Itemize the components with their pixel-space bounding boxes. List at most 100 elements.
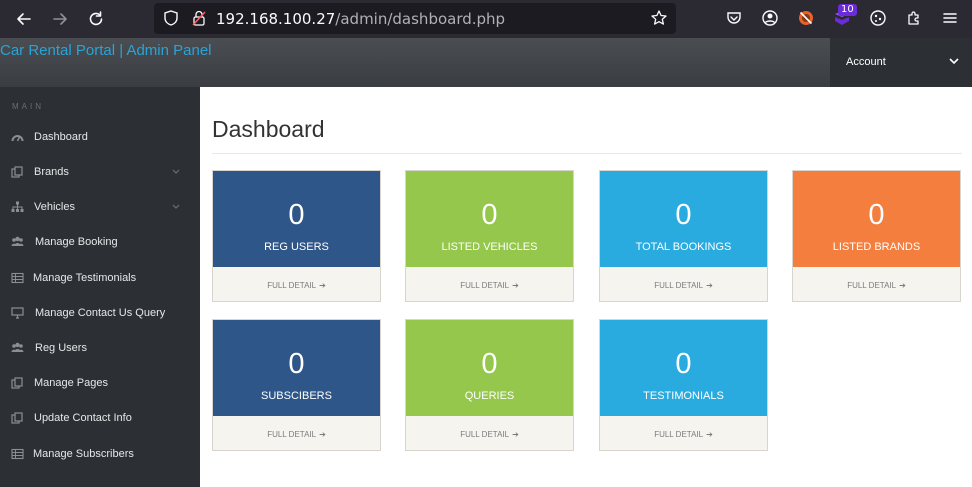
sitemap-icon bbox=[11, 201, 24, 212]
sidebar-item-update-contact-info[interactable]: Update Contact Info bbox=[0, 401, 200, 436]
sidebar-item-label: Update Contact Info bbox=[34, 412, 132, 424]
card-panel: 0 REG USERS bbox=[213, 171, 380, 267]
full-detail-label: FULL DETAIL bbox=[654, 430, 704, 439]
account-label: Account bbox=[846, 56, 886, 68]
card-value: 0 bbox=[675, 348, 692, 380]
sidebar: MAIN Dashboard Brands Vehicles Manage Bo… bbox=[0, 87, 200, 487]
sidebar-item-manage-pages[interactable]: Manage Pages bbox=[0, 366, 200, 401]
stat-card-total-bookings: 0 TOTAL BOOKINGS FULL DETAIL ➔ bbox=[599, 170, 768, 302]
full-detail-link[interactable]: FULL DETAIL ➔ bbox=[406, 430, 573, 439]
sidebar-item-label: Dashboard bbox=[34, 131, 88, 143]
full-detail-link[interactable]: FULL DETAIL ➔ bbox=[213, 430, 380, 439]
card-label: TESTIMONIALS bbox=[643, 390, 724, 402]
users-icon bbox=[11, 342, 24, 352]
account-circle-icon[interactable] bbox=[761, 9, 779, 27]
table-icon bbox=[11, 272, 24, 284]
shield-icon[interactable] bbox=[162, 9, 180, 27]
sidebar-item-reg-users[interactable]: Reg Users bbox=[0, 331, 200, 366]
stat-card-queries: 0 QUERIES FULL DETAIL ➔ bbox=[405, 319, 574, 451]
full-detail-label: FULL DETAIL bbox=[847, 281, 897, 290]
hamburger-menu-icon[interactable] bbox=[941, 9, 959, 27]
title-divider bbox=[212, 153, 962, 154]
sidebar-item-vehicles[interactable]: Vehicles bbox=[0, 190, 200, 225]
sidebar-item-label: Reg Users bbox=[35, 342, 87, 354]
sidebar-item-manage-booking[interactable]: Manage Booking bbox=[0, 225, 200, 260]
reload-button[interactable] bbox=[84, 7, 108, 31]
files-icon bbox=[11, 412, 23, 424]
arrow-right-icon: ➔ bbox=[706, 281, 713, 290]
forward-button[interactable] bbox=[48, 7, 72, 31]
chevron-down-icon bbox=[172, 169, 180, 174]
full-detail-label: FULL DETAIL bbox=[460, 281, 510, 290]
dashboard-icon bbox=[11, 135, 24, 142]
address-bar[interactable]: 192.168.100.27/admin/dashboard.php bbox=[154, 3, 676, 34]
cookie-icon[interactable] bbox=[869, 9, 887, 27]
sidebar-item-manage-contact-us-query[interactable]: Manage Contact Us Query bbox=[0, 296, 200, 331]
url-host: 192.168.100.27 bbox=[216, 10, 336, 28]
star-icon[interactable] bbox=[650, 9, 668, 27]
chevron-down-icon bbox=[949, 58, 959, 65]
card-panel: 0 LISTED VEHICLES bbox=[406, 171, 573, 267]
stat-card-reg-users: 0 REG USERS FULL DETAIL ➔ bbox=[212, 170, 381, 302]
full-detail-label: FULL DETAIL bbox=[267, 430, 317, 439]
full-detail-link[interactable]: FULL DETAIL ➔ bbox=[213, 281, 380, 290]
full-detail-label: FULL DETAIL bbox=[460, 430, 510, 439]
pocket-icon[interactable] bbox=[725, 9, 743, 27]
card-value: 0 bbox=[288, 348, 305, 380]
arrow-right-icon: ➔ bbox=[899, 281, 906, 290]
blocked-extension-icon[interactable] bbox=[797, 9, 815, 27]
card-panel: 0 TESTIMONIALS bbox=[600, 320, 767, 416]
arrow-right-icon: ➔ bbox=[319, 281, 326, 290]
sidebar-item-brands[interactable]: Brands bbox=[0, 155, 200, 190]
sidebar-item-label: Manage Contact Us Query bbox=[35, 307, 166, 319]
table-icon bbox=[11, 448, 24, 460]
card-panel: 0 QUERIES bbox=[406, 320, 573, 416]
users-icon bbox=[11, 236, 24, 246]
sidebar-item-manage-testimonials[interactable]: Manage Testimonials bbox=[0, 261, 200, 296]
card-value: 0 bbox=[868, 199, 885, 231]
sidebar-item-label: Vehicles bbox=[34, 201, 75, 213]
extensions-puzzle-icon[interactable] bbox=[905, 9, 923, 27]
chevron-down-icon bbox=[172, 204, 180, 209]
card-label: LISTED VEHICLES bbox=[441, 241, 538, 253]
card-label: REG USERS bbox=[264, 241, 329, 253]
card-panel: 0 TOTAL BOOKINGS bbox=[600, 171, 767, 267]
forward-arrow-icon bbox=[53, 13, 67, 25]
card-label: TOTAL BOOKINGS bbox=[635, 241, 732, 253]
full-detail-label: FULL DETAIL bbox=[267, 281, 317, 290]
full-detail-link[interactable]: FULL DETAIL ➔ bbox=[600, 281, 767, 290]
back-button[interactable] bbox=[12, 7, 36, 31]
extension-badge: 10 bbox=[838, 4, 857, 16]
arrow-right-icon: ➔ bbox=[319, 430, 326, 439]
account-dropdown[interactable]: Account bbox=[830, 38, 972, 87]
url-path: /admin/dashboard.php bbox=[335, 10, 506, 28]
card-panel: 0 LISTED BRANDS bbox=[793, 171, 960, 267]
card-label: QUERIES bbox=[464, 390, 515, 402]
sidebar-heading: MAIN bbox=[12, 102, 44, 111]
card-value: 0 bbox=[481, 199, 498, 231]
sidebar-item-manage-subscribers[interactable]: Manage Subscribers bbox=[0, 437, 200, 472]
files-icon bbox=[11, 377, 23, 389]
sidebar-item-dashboard[interactable]: Dashboard bbox=[0, 120, 200, 155]
card-label: LISTED BRANDS bbox=[832, 241, 921, 253]
reload-icon bbox=[89, 11, 103, 26]
card-value: 0 bbox=[481, 348, 498, 380]
full-detail-link[interactable]: FULL DETAIL ➔ bbox=[793, 281, 960, 290]
card-value: 0 bbox=[288, 199, 305, 231]
app-header: Car Rental Portal | Admin Panel Account bbox=[0, 38, 972, 87]
card-value: 0 bbox=[675, 199, 692, 231]
stat-card-subscribers: 0 SUBSCIBERS FULL DETAIL ➔ bbox=[212, 319, 381, 451]
sidebar-item-label: Brands bbox=[34, 166, 69, 178]
url-text: 192.168.100.27/admin/dashboard.php bbox=[216, 10, 505, 28]
arrow-right-icon: ➔ bbox=[512, 430, 519, 439]
sidebar-item-label: Manage Testimonials bbox=[33, 272, 137, 284]
full-detail-link[interactable]: FULL DETAIL ➔ bbox=[406, 281, 573, 290]
desktop-icon bbox=[11, 307, 24, 319]
full-detail-link[interactable]: FULL DETAIL ➔ bbox=[600, 430, 767, 439]
brand-title[interactable]: Car Rental Portal | Admin Panel bbox=[0, 42, 212, 59]
sidebar-item-label: Manage Subscribers bbox=[33, 448, 134, 460]
sidebar-item-label: Manage Booking bbox=[35, 236, 118, 248]
insecure-lock-icon[interactable] bbox=[190, 9, 208, 27]
arrow-right-icon: ➔ bbox=[512, 281, 519, 290]
page-title: Dashboard bbox=[212, 116, 325, 142]
